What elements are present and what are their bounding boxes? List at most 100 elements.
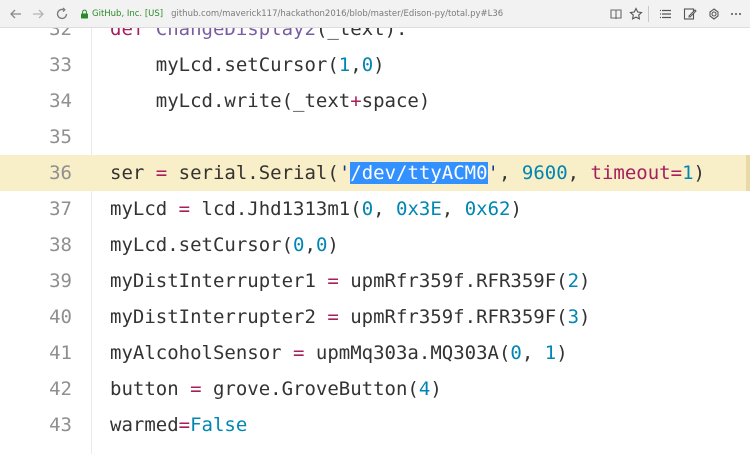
code-token: myAlcoholSensor [110, 342, 294, 364]
line-number[interactable]: 32 [0, 28, 72, 47]
code-line: 43 warmed=False [0, 407, 750, 443]
code-token: myDistInterrupter2 [110, 306, 328, 328]
code-token: , [567, 162, 591, 184]
code-token: 0 [510, 342, 522, 364]
code-line: 39 myDistInterrupter1 = upmRfr359f.RFR359… [0, 263, 750, 299]
forward-button[interactable] [28, 4, 48, 24]
code-token: , [350, 54, 362, 76]
code-token: myLcd [110, 198, 179, 220]
line-number[interactable]: 36 [0, 155, 72, 191]
arrow-right-icon [33, 9, 44, 19]
code-token: ) [693, 162, 705, 184]
lock-icon [80, 9, 89, 19]
code-token: ) [327, 234, 339, 256]
code-line: 42 button = grove.GroveButton(4) [0, 371, 750, 407]
line-number[interactable]: 43 [0, 407, 72, 443]
code-token: grove.GroveButton( [201, 378, 419, 400]
code-text: warmed=False [110, 407, 247, 443]
line-number[interactable]: 40 [0, 299, 72, 335]
line-number[interactable]: 41 [0, 335, 72, 371]
hub-button[interactable] [656, 4, 676, 24]
code-token: myLcd.setCursor( [110, 54, 339, 76]
share-icon [709, 8, 719, 20]
code-token: ) [373, 54, 385, 76]
code-token: ) [579, 306, 591, 328]
code-token: ) [430, 378, 442, 400]
code-token: 0x3E [396, 198, 442, 220]
line-number[interactable]: 39 [0, 263, 72, 299]
code-token: ser [110, 162, 156, 184]
line-number[interactable]: 38 [0, 227, 72, 263]
line-number[interactable]: 35 [0, 119, 72, 155]
code-text: def ChangeDisplay2(_text): [110, 28, 407, 47]
selected-text: /dev/ttyACM0 [350, 162, 488, 184]
browser-toolbar: GitHub, Inc. [US] github.com/maverick117… [0, 0, 750, 28]
code-token: ) [579, 270, 591, 292]
code-token: False [190, 414, 248, 436]
code-token: space) [361, 90, 431, 112]
code-token: , [499, 162, 522, 184]
code-text: myLcd = lcd.Jhd1313m1(0, 0x3E, 0x62) [110, 191, 522, 227]
line-number[interactable]: 42 [0, 371, 72, 407]
code-token: 1 [544, 342, 557, 364]
code-token: ) [556, 342, 568, 364]
code-line: 35 [0, 119, 750, 155]
reading-view-button[interactable] [606, 4, 626, 24]
book-icon [610, 9, 622, 20]
back-button[interactable] [6, 4, 26, 24]
code-text: ser = serial.Serial('/dev/ttyACM0', 9600… [110, 155, 705, 191]
code-token: timeout [590, 162, 671, 184]
code-token: , [441, 198, 465, 220]
code-line: 40 myDistInterrupter2 = upmRfr359f.RFR359… [0, 299, 750, 335]
line-number[interactable]: 33 [0, 47, 72, 83]
code-token: serial.Serial( [167, 162, 339, 184]
code-text: myAlcoholSensor = upmMq303a.MQ303A(0, 1) [110, 335, 568, 371]
line-number[interactable]: 34 [0, 83, 72, 119]
code-text: myDistInterrupter1 = upmRfr359f.RFR359F(… [110, 263, 590, 299]
line-number[interactable]: 37 [0, 191, 72, 227]
share-button[interactable] [704, 4, 724, 24]
code-line: 34 myLcd.write(_text+space) [0, 83, 750, 119]
code-token: 2 [567, 270, 580, 292]
address-bar[interactable]: GitHub, Inc. [US] github.com/maverick117… [80, 4, 620, 24]
code-token: ChangeDisplay2 [155, 28, 316, 40]
code-text: myLcd.setCursor(1,0) [110, 47, 385, 83]
code-line: 38 myLcd.setCursor(0,0) [0, 227, 750, 263]
code-token: 3 [567, 306, 580, 328]
code-token: button [110, 378, 191, 400]
code-token: myLcd.setCursor( [110, 234, 294, 256]
code-token: 0x62 [464, 198, 511, 220]
hub-lines-icon [660, 9, 671, 19]
code-token: ' [487, 162, 499, 184]
code-token: 0 [315, 234, 328, 256]
code-line: 32 def ChangeDisplay2(_text): [0, 28, 750, 47]
code-token: ' [338, 162, 351, 184]
code-token: 0 [361, 198, 374, 220]
more-button[interactable] [726, 4, 746, 24]
code-token: + [350, 90, 362, 112]
web-note-button[interactable] [680, 4, 700, 24]
more-dots-icon [731, 13, 741, 15]
code-token: 9600 [521, 162, 568, 184]
code-text: myLcd.write(_text+space) [110, 83, 431, 119]
code-token: 1 [338, 54, 351, 76]
arrow-left-icon [10, 9, 21, 19]
code-token: = [327, 306, 339, 328]
code-text: button = grove.GroveButton(4) [110, 371, 442, 407]
code-view: 32 def ChangeDisplay2(_text): 33 myLcd.set… [0, 28, 750, 454]
refresh-button[interactable] [52, 4, 72, 24]
code-token: = [190, 378, 202, 400]
code-token: = [155, 162, 168, 184]
code-token: , [521, 342, 545, 364]
code-token: = [293, 342, 305, 364]
code-token: (_text): [315, 28, 408, 40]
code-token: = [327, 270, 339, 292]
code-line: 41 myAlcoholSensor = upmMq303a.MQ303A(0, … [0, 335, 750, 371]
code-text: myLcd.setCursor(0,0) [110, 227, 339, 263]
favorite-button[interactable] [626, 4, 646, 24]
code-line: 37 myLcd = lcd.Jhd1313m1(0, 0x3E, 0x62) [0, 191, 750, 227]
code-token: , [304, 234, 316, 256]
code-token: 0 [361, 54, 374, 76]
code-token: 1 [682, 162, 694, 184]
code-token: upmMq303a.MQ303A( [304, 342, 511, 364]
